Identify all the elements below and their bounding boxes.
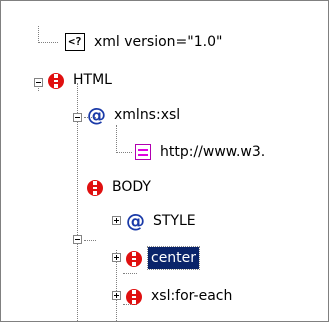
tree-connector <box>84 240 96 241</box>
tree-node-label[interactable]: BODY <box>109 176 154 198</box>
tree-node-label[interactable]: STYLE <box>150 210 199 232</box>
processing-instruction-icon: <? <box>65 33 85 51</box>
element-icon <box>48 73 64 89</box>
tree-node-label-selected[interactable]: center <box>146 246 201 270</box>
tree-node-xmlns-xsl[interactable]: @ xmlns:xsl <box>87 102 183 128</box>
expand-center-toggle[interactable] <box>112 253 121 262</box>
collapse-body-toggle[interactable] <box>73 235 82 244</box>
tree-node-center[interactable]: center <box>126 245 201 271</box>
tree-node-style[interactable]: @ STYLE <box>126 208 199 234</box>
expand-style-toggle[interactable] <box>112 216 121 225</box>
tree-node-xsl-for-each[interactable]: xsl:for-each <box>126 283 235 309</box>
tree-node-body[interactable]: BODY <box>87 174 154 200</box>
element-icon <box>126 251 142 267</box>
attribute-icon: @ <box>87 104 106 126</box>
tree-node-label[interactable]: HTML <box>70 69 115 91</box>
tree-node-label[interactable]: xml version="1.0" <box>91 31 225 53</box>
tree-node-label[interactable]: http://www.w3. <box>157 141 268 163</box>
tree-node-label[interactable]: xsl:for-each <box>148 285 235 307</box>
tree-connector <box>116 125 117 151</box>
collapse-xmlns-toggle[interactable] <box>73 113 82 122</box>
text-node-icon <box>135 144 151 160</box>
expand-for-each-toggle[interactable] <box>112 291 121 300</box>
element-icon <box>87 180 103 196</box>
tree-connector <box>38 26 39 43</box>
tree-node-processing-instruction[interactable]: <? xml version="1.0" <box>65 29 225 55</box>
collapse-html-toggle[interactable] <box>34 78 43 87</box>
tree-node-label[interactable]: xmlns:xsl <box>111 104 183 126</box>
tree-connector <box>116 152 132 153</box>
element-icon <box>126 289 142 305</box>
tree-connector <box>123 273 137 274</box>
tree-node-html[interactable]: HTML <box>48 67 115 93</box>
attribute-icon: @ <box>126 210 145 232</box>
tree-node-namespace-value[interactable]: http://www.w3. <box>135 139 268 165</box>
tree-connector <box>38 42 58 43</box>
xml-tree-view[interactable]: <? xml version="1.0" HTML @ xmlns:xsl ht… <box>0 0 329 322</box>
